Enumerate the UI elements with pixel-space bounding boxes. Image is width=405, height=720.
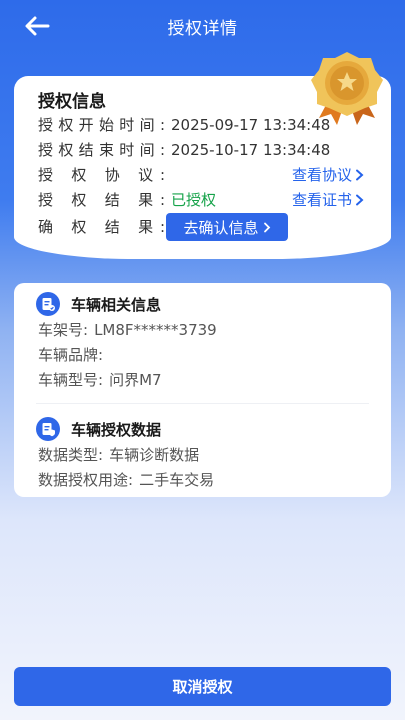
auth-result-row: 授 权 结 果: 已授权 bbox=[38, 189, 216, 210]
auth-end-value: 2025-10-17 13:34:48 bbox=[171, 141, 331, 159]
vehicle-info-header: 车辆相关信息 bbox=[36, 292, 161, 316]
top-bar: 授权详情 bbox=[0, 0, 405, 52]
purpose-value: 二手车交易 bbox=[139, 471, 215, 489]
medal-badge-icon bbox=[307, 48, 387, 128]
brand-label: 车辆品牌: bbox=[38, 346, 104, 364]
view-agreement-text: 查看协议 bbox=[291, 166, 352, 184]
data-type-value: 车辆诊断数据 bbox=[109, 446, 200, 464]
data-type-label: 数据类型: bbox=[38, 446, 104, 464]
auth-agreement-row: 授 权 协 议: bbox=[38, 164, 165, 185]
vin-value: LM8F******3739 bbox=[94, 321, 217, 339]
auth-start-row: 授权开始时间: 2025-09-17 13:34:48 bbox=[38, 114, 330, 135]
confirm-info-button[interactable]: 去确认信息 bbox=[166, 213, 288, 241]
chevron-right-icon bbox=[356, 194, 364, 205]
view-certificate-text: 查看证书 bbox=[291, 191, 352, 209]
auth-result-value: 已授权 bbox=[171, 191, 217, 209]
vin-label: 车架号: bbox=[38, 321, 89, 339]
view-agreement-link[interactable]: 查看协议 bbox=[292, 164, 364, 185]
auth-end-label: 授权结束时间: bbox=[38, 141, 165, 159]
page-title: 授权详情 bbox=[167, 19, 238, 39]
chevron-right-icon bbox=[356, 169, 364, 180]
model-value: 问界M7 bbox=[109, 371, 162, 389]
auth-data-title: 车辆授权数据 bbox=[71, 420, 162, 439]
confirm-info-button-label: 去确认信息 bbox=[183, 218, 259, 237]
auth-result-label: 授 权 结 果: bbox=[38, 191, 165, 209]
view-certificate-link[interactable]: 查看证书 bbox=[292, 189, 364, 210]
section-divider bbox=[36, 403, 369, 404]
chevron-right-icon bbox=[263, 222, 270, 232]
vin-row: 车架号: LM8F******3739 bbox=[38, 319, 217, 340]
data-type-row: 数据类型: 车辆诊断数据 bbox=[38, 444, 199, 465]
vehicle-info-card: 车辆相关信息 车架号: LM8F******3739 车辆品牌: 车辆型号: 问界M… bbox=[14, 283, 391, 497]
model-label: 车辆型号: bbox=[38, 371, 104, 389]
confirm-result-label: 确 权 结 果: bbox=[38, 218, 165, 236]
confirm-result-row: 确 权 结 果: bbox=[38, 216, 165, 237]
purpose-row: 数据授权用途: 二手车交易 bbox=[38, 469, 214, 490]
data-shield-icon bbox=[36, 417, 60, 441]
auth-start-label: 授权开始时间: bbox=[38, 116, 165, 134]
auth-data-header: 车辆授权数据 bbox=[36, 417, 161, 441]
brand-row: 车辆品牌: bbox=[38, 344, 103, 365]
auth-agreement-label: 授 权 协 议: bbox=[38, 166, 165, 184]
vehicle-info-title: 车辆相关信息 bbox=[71, 295, 162, 314]
vehicle-doc-icon bbox=[36, 292, 60, 316]
model-row: 车辆型号: 问界M7 bbox=[38, 369, 162, 390]
auth-info-title: 授权信息 bbox=[38, 92, 106, 112]
auth-end-row: 授权结束时间: 2025-10-17 13:34:48 bbox=[38, 139, 330, 160]
purpose-label: 数据授权用途: bbox=[38, 471, 134, 489]
cancel-authorization-button[interactable]: 取消授权 bbox=[14, 667, 391, 706]
